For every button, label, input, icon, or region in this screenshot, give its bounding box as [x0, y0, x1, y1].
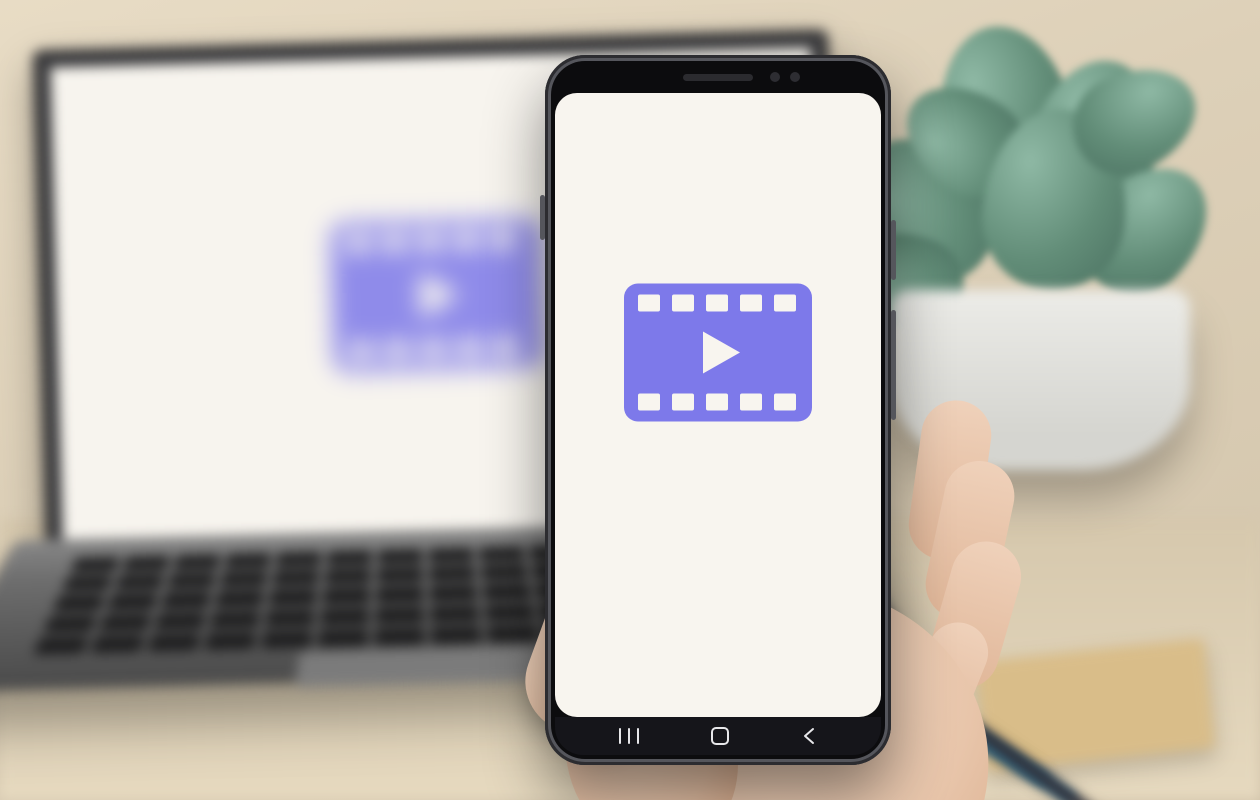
phone-side-button: [891, 310, 896, 420]
phone-side-button: [540, 195, 545, 240]
phone-side-button: [891, 220, 896, 280]
video-icon[interactable]: [624, 284, 812, 427]
scene-photo: [0, 0, 1260, 800]
plant-pot: [890, 290, 1190, 470]
recent-apps-icon[interactable]: [619, 728, 639, 744]
smartphone: [545, 55, 891, 765]
android-navbar: [555, 717, 881, 755]
phone-sensors: [770, 72, 800, 82]
home-icon[interactable]: [710, 726, 730, 746]
phone-speaker: [683, 74, 753, 81]
back-icon[interactable]: [801, 727, 817, 745]
laptop-trackpad: [295, 645, 563, 687]
video-icon: [330, 217, 544, 377]
phone-screen[interactable]: [555, 93, 881, 717]
